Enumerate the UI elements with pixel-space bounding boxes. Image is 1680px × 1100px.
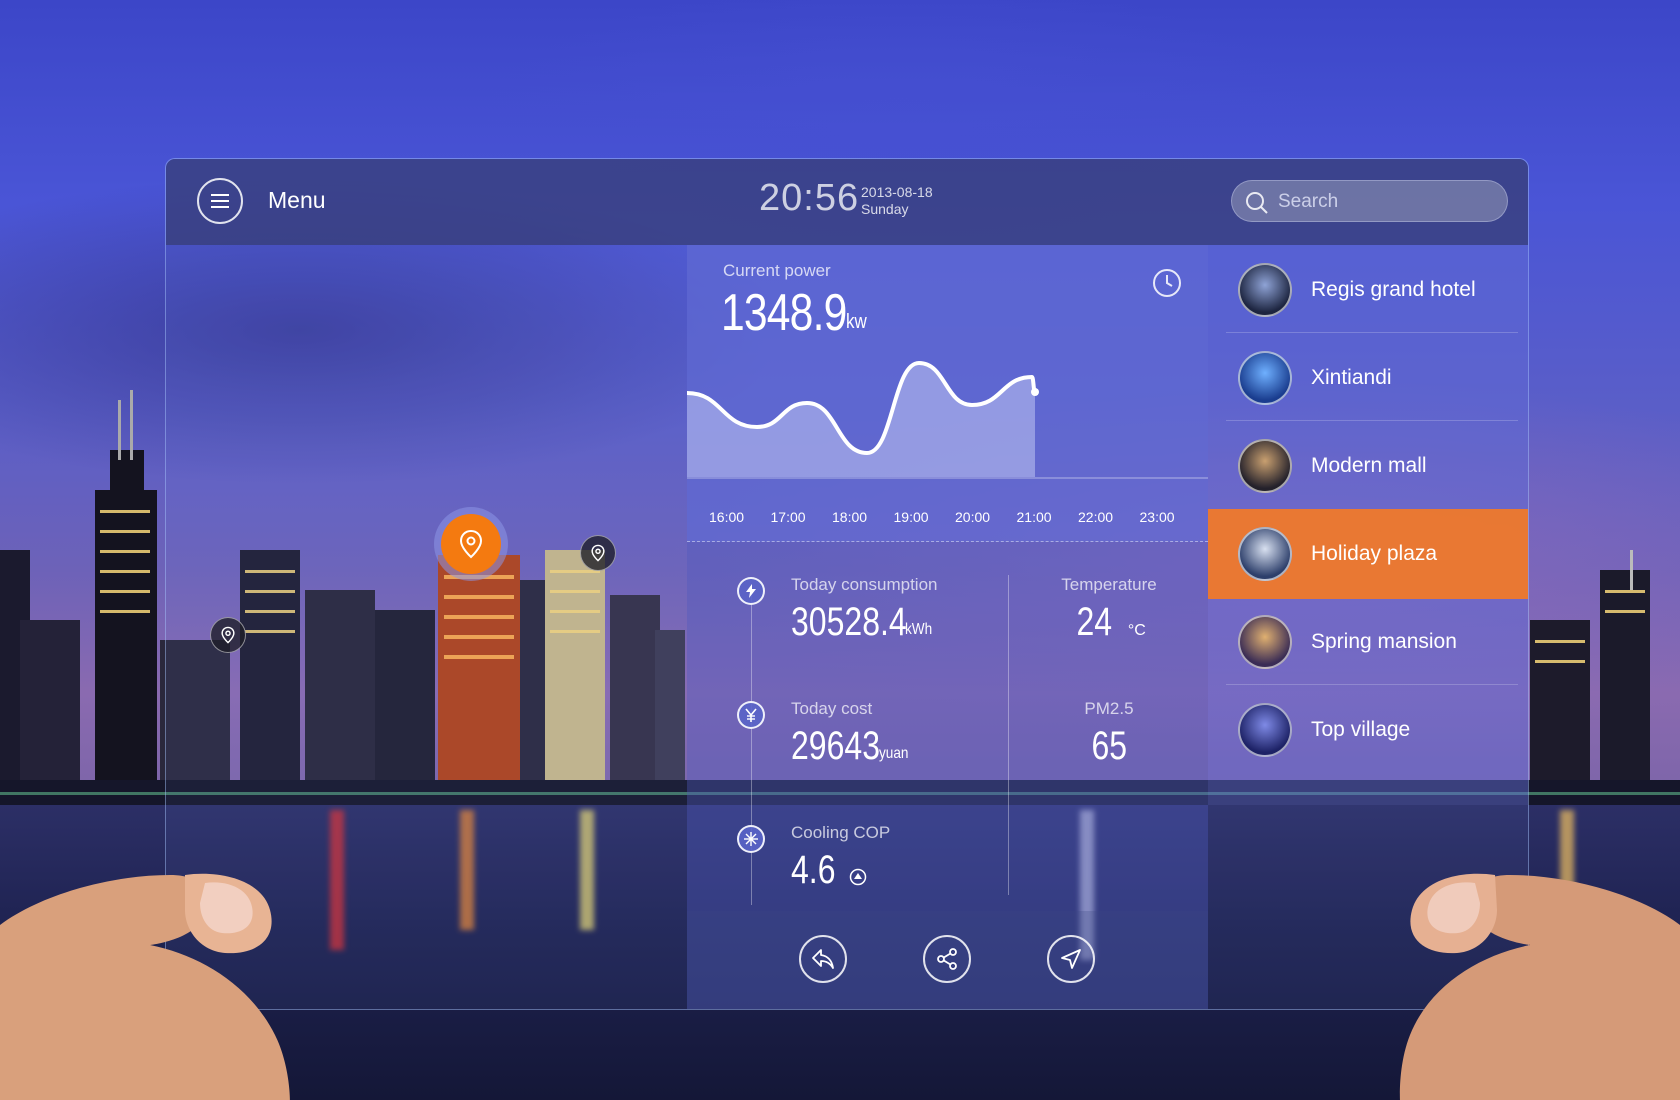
pm25-reading: 65 [1009,724,1209,769]
cost-label: Today cost [791,699,873,718]
chart-tick-label: 19:00 [893,509,929,525]
share-icon [937,948,957,970]
bolt-icon [737,577,765,605]
top-bar: Menu 20:56 2013-08-18 Sunday [166,159,1528,245]
location-item[interactable]: Xintiandi [1208,333,1528,423]
navigate-icon [1061,949,1081,969]
chart-tick-label: 20:00 [955,509,991,525]
trend-up-icon [849,868,867,886]
location-pin-icon [591,544,605,562]
consumption-value: 30528.4 [791,600,907,644]
power-chart-card: Current power 1348.9 kw 16:00 17:00 18:00 1… [687,245,1208,542]
chart-tick-label: 21:00 [1016,509,1052,525]
current-power-label: Current power [723,261,831,280]
location-item[interactable]: Top village [1208,685,1528,775]
temperature-value: 24 [1076,600,1113,644]
location-pin-icon [221,626,235,644]
energy-panel: Current power 1348.9 kw 16:00 17:00 18:00 1… [687,245,1208,1009]
chart-tick-label: 22:00 [1078,509,1114,525]
back-button[interactable] [799,935,847,983]
cost-unit: yuan [879,745,909,762]
cop-label: Cooling COP [791,823,891,842]
location-name: Xintiandi [1311,366,1392,389]
current-power-value: 1348.9 [721,284,847,342]
location-name: Regis grand hotel [1311,278,1476,301]
location-avatar [1238,703,1292,757]
glass-dashboard: Menu 20:56 2013-08-18 Sunday Search Curr… [165,158,1529,1010]
power-line-chart [687,360,1208,479]
clock-date: 2013-08-18 Sunday [861,184,933,218]
location-item[interactable]: Holiday plaza [1208,509,1528,599]
pm25-value: 65 [1091,724,1127,768]
location-avatar [1238,615,1292,669]
search-icon [1246,192,1268,214]
search-box[interactable] [1231,180,1508,223]
chart-area [687,363,1035,477]
location-list: Regis grand hotel Xintiandi Modern mall Hol… [1208,245,1528,805]
yuan-icon [737,701,765,729]
location-item[interactable]: Spring mansion [1208,597,1528,687]
current-power-unit: kw [846,311,867,333]
location-pin-icon [459,529,483,559]
chart-tick-label: 16:00 [709,509,745,525]
cost-value: 29643 [791,724,880,768]
selected-location-pin[interactable] [434,507,508,581]
chart-current-point [1031,388,1039,396]
chart-tick-label: 23:00 [1139,509,1175,525]
location-name: Holiday plaza [1311,542,1438,565]
location-pin[interactable] [580,535,616,571]
location-item[interactable]: Modern mall [1208,421,1528,511]
back-icon [812,949,834,969]
chart-tick-label: 17:00 [770,509,806,525]
location-avatar [1238,351,1292,405]
right-hand [1399,873,1680,1100]
location-name: Modern mall [1311,454,1427,477]
clock-time: 20:56 [759,177,860,219]
temperature-unit: °C [1127,622,1146,639]
snowflake-icon [737,825,765,853]
menu-button[interactable] [197,178,243,224]
pm25-label: PM2.5 [1084,699,1134,718]
location-avatar [1238,527,1292,581]
date-text: 2013-08-18 [861,184,933,200]
consumption-unit: kWh [905,621,933,638]
left-hand [0,873,290,1100]
temperature-label: Temperature [1061,575,1157,594]
hamburger-icon [211,194,229,208]
menu-label[interactable]: Menu [268,187,326,214]
cop-value: 4.6 [791,848,836,892]
temperature-reading: 24 °C [1009,600,1209,645]
location-name: Spring mansion [1311,630,1457,653]
location-name: Top village [1311,718,1411,741]
stats-timeline [751,585,752,905]
clock-history-icon[interactable] [1151,267,1183,299]
chart-tick-label: 18:00 [832,509,868,525]
navigate-button[interactable] [1047,935,1095,983]
location-item[interactable]: Regis grand hotel [1208,245,1528,335]
consumption-label: Today consumption [791,575,938,594]
location-pin[interactable] [210,617,246,653]
share-button[interactable] [923,935,971,983]
location-avatar [1238,439,1292,493]
weekday-text: Sunday [861,201,909,217]
search-input[interactable] [1276,181,1500,223]
location-avatar [1238,263,1292,317]
